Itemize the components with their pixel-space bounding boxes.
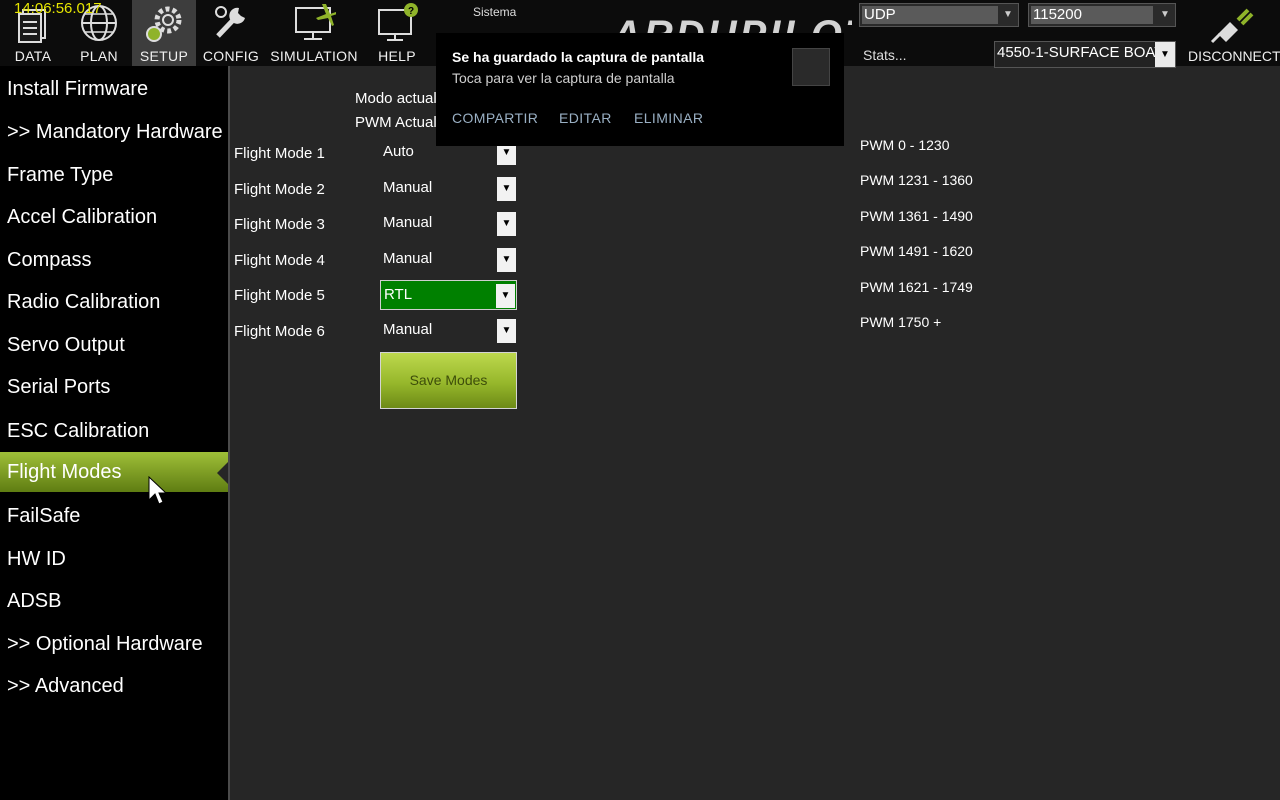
monitor-help-icon: ? — [378, 3, 418, 41]
vehicle-select[interactable]: 4550-1-SURFACE BOAT ▼ — [994, 41, 1176, 68]
pwm-range-2: PWM 1231 - 1360 — [860, 172, 973, 188]
disconnect-button[interactable]: DISCONNECT — [1186, 0, 1280, 66]
flight-mode-3-select[interactable]: Manual ▼ — [380, 209, 517, 239]
screenshot-thumbnail[interactable] — [792, 48, 830, 86]
mouse-cursor-icon — [148, 476, 168, 505]
stats-link[interactable]: Stats... — [863, 47, 907, 63]
chevron-down-icon: ▼ — [497, 319, 516, 343]
nav-data-label: DATA — [14, 48, 52, 64]
sidebar-divider — [228, 66, 230, 800]
nav-help-button[interactable]: ? HELP — [364, 0, 430, 66]
sidebar-item-frame-type[interactable]: Frame Type — [0, 155, 228, 195]
flight-mode-3-label: Flight Mode 3 — [234, 216, 325, 233]
sidebar-item-hw-id[interactable]: HW ID — [0, 539, 228, 579]
flight-mode-3-value: Manual — [383, 214, 433, 231]
nav-plan-label: PLAN — [80, 48, 118, 64]
pwm-range-6: PWM 1750 + — [860, 314, 942, 330]
chevron-down-icon: ▼ — [497, 177, 516, 201]
nav-help-label: HELP — [378, 48, 416, 64]
chevron-down-icon: ▼ — [1155, 42, 1175, 67]
edit-button[interactable]: EDITAR — [559, 110, 612, 126]
nav-simulation-button[interactable]: SIMULATION — [266, 0, 362, 66]
sidebar-item-failsafe[interactable]: FailSafe — [0, 496, 228, 536]
flight-mode-4-label: Flight Mode 4 — [234, 252, 325, 269]
flight-mode-5-value: RTL — [384, 286, 413, 303]
current-pwm-label: PWM Actual — [355, 114, 437, 131]
chevron-down-icon: ▼ — [1160, 9, 1170, 20]
notification-title: Se ha guardado la captura de pantalla — [452, 49, 705, 65]
delete-button[interactable]: ELIMINAR — [634, 110, 703, 126]
clock: 14:06:56.017 — [14, 0, 102, 17]
sidebar-item-adsb[interactable]: ADSB — [0, 581, 228, 621]
connection-type-select[interactable]: UDP ▼ — [859, 3, 1019, 27]
flight-mode-5-label: Flight Mode 5 — [234, 287, 325, 304]
pwm-range-3: PWM 1361 - 1490 — [860, 208, 973, 224]
svg-text:?: ? — [408, 6, 414, 17]
sidebar-item-servo-output[interactable]: Servo Output — [0, 325, 228, 365]
nav-setup-label: SETUP — [139, 48, 189, 64]
flight-mode-4-select[interactable]: Manual ▼ — [380, 245, 517, 275]
system-label: Sistema — [473, 5, 517, 19]
pwm-range-4: PWM 1491 - 1620 — [860, 243, 973, 259]
nav-config-label: CONFIG — [202, 48, 260, 64]
plug-icon — [1210, 8, 1254, 44]
vehicle-value: 4550-1-SURFACE BOAT — [997, 44, 1164, 61]
sidebar-item-install-firmware[interactable]: Install Firmware — [0, 69, 228, 109]
monitor-plane-icon — [295, 4, 336, 40]
flight-mode-4-value: Manual — [383, 250, 433, 267]
chevron-down-icon: ▼ — [497, 248, 516, 272]
baud-rate-value: 115200 — [1031, 6, 1153, 24]
share-button[interactable]: COMPARTIR — [452, 110, 538, 126]
sidebar-item-esc-calibration[interactable]: ESC Calibration — [0, 411, 228, 451]
sidebar-item-flight-modes[interactable]: Flight Modes — [0, 452, 228, 492]
setup-sidebar: Install Firmware >> Mandatory Hardware F… — [0, 66, 228, 800]
flight-mode-1-value: Auto — [383, 143, 414, 160]
chevron-down-icon: ▼ — [1003, 9, 1013, 20]
pwm-range-1: PWM 0 - 1230 — [860, 137, 950, 153]
flight-mode-6-value: Manual — [383, 321, 433, 338]
flight-mode-2-select[interactable]: Manual ▼ — [380, 174, 517, 204]
flight-mode-5-select[interactable]: RTL ▼ — [380, 280, 517, 310]
chevron-down-icon: ▼ — [496, 284, 515, 308]
sidebar-item-accel-calibration[interactable]: Accel Calibration — [0, 197, 228, 237]
screenshot-notification[interactable]: Se ha guardado la captura de pantalla To… — [436, 33, 844, 146]
sidebar-item-serial-ports[interactable]: Serial Ports — [0, 367, 228, 407]
nav-setup-button[interactable]: SETUP — [132, 0, 196, 66]
disconnect-label: DISCONNECT — [1188, 48, 1280, 64]
baud-rate-select[interactable]: 115200 ▼ — [1028, 3, 1176, 27]
wrench-icon — [215, 6, 245, 38]
current-mode-label: Modo actual — [355, 90, 437, 107]
save-modes-button[interactable]: Save Modes — [380, 352, 517, 409]
notification-subtitle: Toca para ver la captura de pantalla — [452, 70, 675, 86]
flight-mode-1-label: Flight Mode 1 — [234, 145, 325, 162]
sidebar-item-optional-hardware[interactable]: >> Optional Hardware — [0, 624, 228, 664]
nav-config-button[interactable]: CONFIG — [198, 0, 264, 66]
gears-icon — [146, 6, 182, 42]
connection-type-value: UDP — [862, 6, 998, 24]
flight-mode-6-select[interactable]: Manual ▼ — [380, 316, 517, 346]
sidebar-item-compass[interactable]: Compass — [0, 240, 228, 280]
flight-mode-2-label: Flight Mode 2 — [234, 181, 325, 198]
sidebar-item-radio-calibration[interactable]: Radio Calibration — [0, 282, 228, 322]
flight-mode-2-value: Manual — [383, 179, 433, 196]
nav-simulation-label: SIMULATION — [270, 48, 358, 64]
flight-mode-6-label: Flight Mode 6 — [234, 323, 325, 340]
sidebar-item-advanced[interactable]: >> Advanced — [0, 666, 228, 706]
sidebar-item-mandatory-hardware[interactable]: >> Mandatory Hardware — [0, 112, 228, 152]
pwm-range-5: PWM 1621 - 1749 — [860, 279, 973, 295]
chevron-down-icon: ▼ — [497, 212, 516, 236]
